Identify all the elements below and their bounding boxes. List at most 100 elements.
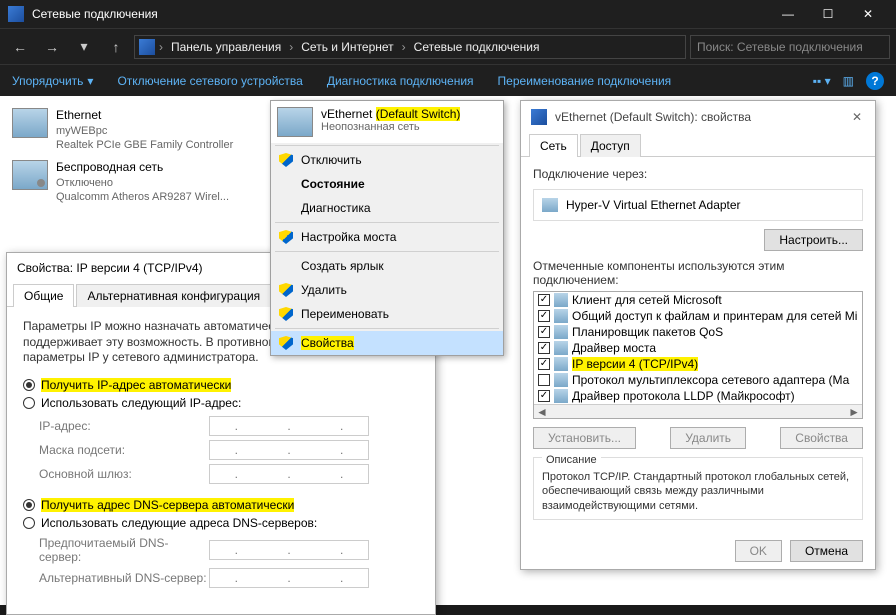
tab-network[interactable]: Сеть — [529, 134, 578, 157]
maximize-button[interactable]: ☐ — [808, 0, 848, 28]
details-pane-button[interactable]: ▥ — [843, 74, 854, 88]
component-item[interactable]: ✓Общий доступ к файлам и принтерам для с… — [534, 308, 862, 324]
rename-connection-button[interactable]: Переименование подключения — [498, 74, 672, 88]
component-label: Драйвер моста — [572, 341, 656, 355]
ctx-shortcut[interactable]: Создать ярлык — [271, 254, 503, 278]
component-label: Драйвер протокола LLDP (Майкрософт) — [572, 389, 795, 403]
component-item[interactable]: ✓IP версии 4 (TCP/IPv4) — [534, 356, 862, 372]
connection-item-ethernet[interactable]: Ethernet myWEBpc Realtek PCIe GBE Family… — [8, 104, 258, 156]
radio-manual-dns[interactable]: Использовать следующие адреса DNS-сервер… — [23, 516, 419, 530]
component-icon — [554, 309, 568, 323]
close-button[interactable]: ✕ — [848, 0, 888, 28]
search-input[interactable]: Поиск: Сетевые подключения — [690, 35, 890, 59]
radio-auto-dns[interactable]: Получить адрес DNS-сервера автоматически — [23, 498, 419, 512]
network-icon — [531, 109, 547, 125]
component-item[interactable]: ✓ Драйвер моста — [534, 340, 862, 356]
ok-button[interactable]: OK — [735, 540, 782, 562]
minimize-button[interactable]: — — [768, 0, 808, 28]
mask-field[interactable]: ... — [209, 440, 369, 460]
ctx-delete[interactable]: Удалить — [271, 278, 503, 302]
context-menu: vEthernet (Default Switch) Неопознанная … — [270, 100, 504, 356]
dns1-label: Предпочитаемый DNS-сервер: — [39, 536, 209, 564]
wifi-icon — [12, 160, 48, 190]
component-icon — [554, 325, 568, 339]
organize-menu[interactable]: Упорядочить ▾ — [12, 74, 93, 88]
forward-button[interactable]: → — [38, 33, 66, 61]
gateway-label: Основной шлюз: — [39, 467, 209, 481]
connect-via-label: Подключение через: — [533, 167, 863, 181]
disable-device-button[interactable]: Отключение сетевого устройства — [117, 74, 302, 88]
checkbox-icon[interactable] — [538, 374, 550, 386]
checkbox-icon[interactable]: ✓ — [538, 294, 550, 306]
address-bar[interactable]: › Панель управления › Сеть и Интернет › … — [134, 35, 686, 59]
view-button[interactable]: ▪▪ ▾ — [813, 74, 831, 88]
component-item[interactable]: ✓Клиент для сетей Microsoft — [534, 292, 862, 308]
configure-button[interactable]: Настроить... — [764, 229, 863, 251]
cancel-button[interactable]: Отмена — [790, 540, 863, 562]
tab-alt-config[interactable]: Альтернативная конфигурация — [76, 284, 271, 307]
gateway-field[interactable]: ... — [209, 464, 369, 484]
vethernet-icon — [277, 107, 313, 137]
component-item[interactable]: ✓ Планировщик пакетов QoS — [534, 324, 862, 340]
connection-status: Отключено — [56, 176, 229, 190]
shield-icon — [279, 230, 293, 244]
ethernet-icon — [12, 108, 48, 138]
radio-icon — [23, 379, 35, 391]
radio-auto-ip[interactable]: Получить IP-адрес автоматически — [23, 378, 419, 392]
dns2-field[interactable]: ... — [209, 568, 369, 588]
breadcrumb[interactable]: Сетевые подключения — [410, 40, 544, 54]
description-label: Описание — [542, 454, 601, 466]
uninstall-button[interactable]: Удалить — [670, 427, 746, 449]
diagnose-button[interactable]: Диагностика подключения — [327, 74, 474, 88]
ctx-diagnose[interactable]: Диагностика — [271, 196, 503, 220]
connection-item-wifi[interactable]: Беспроводная сеть Отключено Qualcomm Ath… — [8, 156, 258, 208]
context-header: vEthernet (Default Switch) Неопознанная … — [271, 101, 503, 143]
install-button[interactable]: Установить... — [533, 427, 636, 449]
components-list[interactable]: ✓Клиент для сетей Microsoft✓Общий доступ… — [533, 291, 863, 419]
checkbox-icon[interactable]: ✓ — [538, 390, 550, 402]
checkbox-icon[interactable]: ✓ — [538, 358, 550, 370]
component-icon — [554, 341, 568, 355]
scrollbar[interactable]: ◄► — [534, 404, 862, 418]
ctx-status[interactable]: Состояние — [271, 172, 503, 196]
dns1-field[interactable]: ... — [209, 540, 369, 560]
ctx-rename[interactable]: Переименовать — [271, 302, 503, 326]
component-label: Планировщик пакетов QoS — [572, 325, 723, 339]
mask-label: Маска подсети: — [39, 443, 209, 457]
ctx-properties[interactable]: Свойства — [271, 331, 503, 355]
ctx-disable[interactable]: Отключить — [271, 148, 503, 172]
recent-button[interactable]: ▾ — [70, 33, 98, 61]
back-button[interactable]: ← — [6, 33, 34, 61]
connection-status: myWEBpc — [56, 124, 233, 138]
connection-name: Беспроводная сеть — [56, 160, 229, 176]
component-icon — [554, 357, 568, 371]
component-label: Протокол мультиплексора сетевого адаптер… — [572, 373, 849, 387]
window-title: Сетевые подключения — [32, 7, 768, 21]
breadcrumb[interactable]: Панель управления — [167, 40, 285, 54]
adapter-icon — [542, 198, 558, 212]
close-button[interactable]: ✕ — [849, 110, 865, 124]
radio-manual-ip[interactable]: Использовать следующий IP-адрес: — [23, 396, 419, 410]
ip-field[interactable]: ... — [209, 416, 369, 436]
component-item[interactable]: Протокол мультиплексора сетевого адаптер… — [534, 372, 862, 388]
checkbox-icon[interactable]: ✓ — [538, 310, 550, 322]
context-title: vEthernet (Default Switch) — [321, 107, 460, 121]
adapter-name: Hyper-V Virtual Ethernet Adapter — [566, 198, 741, 212]
checkbox-icon[interactable]: ✓ — [538, 326, 550, 338]
shield-icon — [279, 307, 293, 321]
up-button[interactable]: ↑ — [102, 33, 130, 61]
connection-device: Qualcomm Atheros AR9287 Wirel... — [56, 190, 229, 204]
component-properties-button[interactable]: Свойства — [780, 427, 863, 449]
component-item[interactable]: ✓ Драйвер протокола LLDP (Майкрософт) — [534, 388, 862, 404]
tab-access[interactable]: Доступ — [580, 134, 641, 157]
shield-icon — [279, 283, 293, 297]
ctx-bridge[interactable]: Настройка моста — [271, 225, 503, 249]
breadcrumb[interactable]: Сеть и Интернет — [297, 40, 397, 54]
radio-icon — [23, 517, 35, 529]
checkbox-icon[interactable]: ✓ — [538, 342, 550, 354]
tab-general[interactable]: Общие — [13, 284, 74, 307]
shield-icon — [279, 336, 293, 350]
titlebar: Сетевые подключения — ☐ ✕ — [0, 0, 896, 28]
help-icon[interactable]: ? — [866, 72, 884, 90]
addressbar-icon — [139, 39, 155, 55]
